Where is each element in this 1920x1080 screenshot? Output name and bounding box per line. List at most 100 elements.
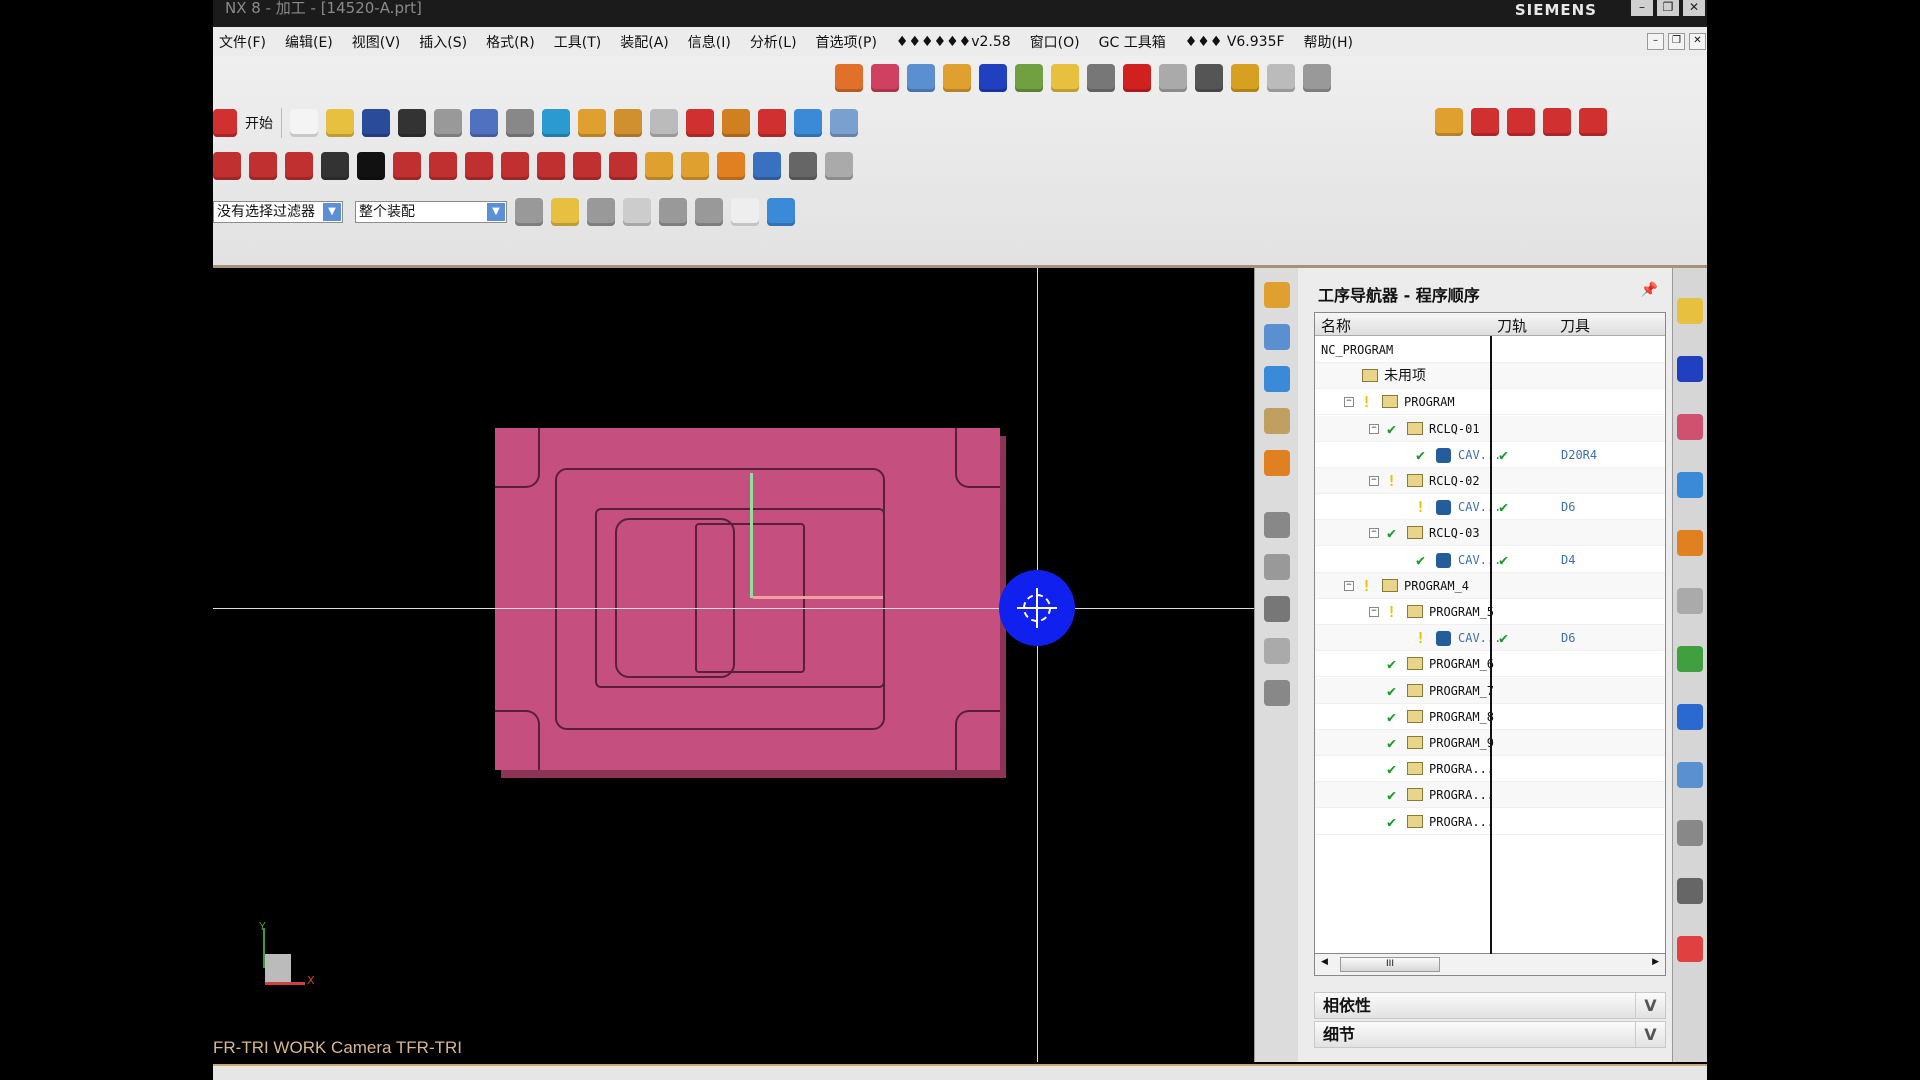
assembly-filter-icon[interactable] xyxy=(515,198,543,226)
nav-ops-icon[interactable] xyxy=(1264,450,1290,476)
nav-verify-icon[interactable] xyxy=(1264,554,1290,580)
undo-icon[interactable] xyxy=(398,109,426,137)
list-icon[interactable] xyxy=(1677,878,1703,904)
menu-item[interactable]: 插入(S) xyxy=(419,32,467,52)
dependencies-section[interactable]: 相依性 V xyxy=(1314,992,1666,1019)
red-cube-icon[interactable] xyxy=(1123,64,1151,92)
assembly-scope-dropdown[interactable]: 整个装配 ▼ xyxy=(355,201,507,223)
new-file-icon[interactable] xyxy=(290,109,318,137)
nav-geometry-icon[interactable] xyxy=(1264,366,1290,392)
menu-item[interactable]: 编辑(E) xyxy=(285,32,333,52)
bridge-curve-icon[interactable] xyxy=(609,152,637,180)
menu-item[interactable]: 工具(T) xyxy=(554,32,601,52)
geometry-view-icon[interactable] xyxy=(1677,414,1703,440)
save-icon[interactable] xyxy=(362,109,390,137)
section-curve-icon[interactable] xyxy=(537,152,565,180)
maximize-button[interactable]: ❐ xyxy=(1657,0,1679,16)
menu-item[interactable]: 文件(F) xyxy=(219,32,266,52)
menu-item[interactable]: 格式(R) xyxy=(486,32,535,52)
machine-tool-view-icon[interactable] xyxy=(1677,356,1703,382)
scroll-left-icon[interactable]: ◀ xyxy=(1321,957,1328,967)
program-order-view-icon[interactable] xyxy=(1677,298,1703,324)
start-button[interactable]: 开始 xyxy=(245,113,273,133)
nav-method-icon[interactable] xyxy=(1264,408,1290,434)
pattern-icon[interactable] xyxy=(717,152,745,180)
project-curve-icon[interactable] xyxy=(465,152,493,180)
glasses-icon[interactable] xyxy=(1195,64,1223,92)
select-face-icon[interactable] xyxy=(623,198,651,226)
column-name[interactable]: 名称 xyxy=(1321,315,1351,336)
line-icon[interactable] xyxy=(213,152,241,180)
bridge-icon[interactable] xyxy=(1579,108,1607,136)
details-section[interactable]: 细节 V xyxy=(1314,1021,1666,1048)
menu-item[interactable]: ♦♦♦♦♦♦v2.58 xyxy=(896,34,1011,50)
shaded-view-icon[interactable] xyxy=(794,109,822,137)
redo-icon[interactable] xyxy=(434,109,462,137)
nav-shopdoc-icon[interactable] xyxy=(1264,638,1290,664)
arc-icon[interactable] xyxy=(249,152,277,180)
menu-item[interactable]: 分析(L) xyxy=(750,32,797,52)
revolve-icon[interactable] xyxy=(681,152,709,180)
menu-item[interactable]: 首选项(P) xyxy=(816,32,877,52)
transform-icon[interactable] xyxy=(506,109,534,137)
refresh-icon[interactable] xyxy=(542,109,570,137)
horizontal-scrollbar[interactable]: ◀ III ▶ xyxy=(1314,954,1666,976)
close-button[interactable]: ✕ xyxy=(1683,0,1705,16)
move-icon[interactable] xyxy=(578,109,606,137)
wand-icon[interactable] xyxy=(1267,64,1295,92)
scrollbar-thumb[interactable]: III xyxy=(1340,957,1440,972)
column-toolpath[interactable]: 刀轨 xyxy=(1497,315,1527,336)
chevron-down-icon[interactable]: V xyxy=(1635,993,1665,1018)
text-icon[interactable] xyxy=(357,152,385,180)
collapse-toggle-icon[interactable]: − xyxy=(1344,397,1354,408)
fillet-icon[interactable] xyxy=(1543,108,1571,136)
open-icon[interactable] xyxy=(326,109,354,137)
gear-tool-icon[interactable] xyxy=(1303,64,1331,92)
trim-icon[interactable] xyxy=(1471,108,1499,136)
doc-close-button[interactable]: ✕ xyxy=(1689,33,1706,50)
pin-icon[interactable]: 📌 xyxy=(1641,282,1658,298)
create-tool-icon[interactable] xyxy=(871,64,899,92)
spline-icon[interactable] xyxy=(789,152,817,180)
panda-icon[interactable] xyxy=(1087,64,1115,92)
collapse-toggle-icon[interactable]: − xyxy=(1369,476,1379,486)
doc-minimize-button[interactable]: – xyxy=(1647,33,1664,50)
collapse-toggle-icon[interactable]: − xyxy=(1369,423,1379,434)
constraint-icon[interactable] xyxy=(695,198,723,226)
point-icon[interactable] xyxy=(659,198,687,226)
sheet-icon[interactable] xyxy=(825,152,853,180)
intersect-curve-icon[interactable] xyxy=(501,152,529,180)
book-icon[interactable] xyxy=(753,152,781,180)
post-process-icon[interactable] xyxy=(979,64,1007,92)
zoom-fit-icon[interactable] xyxy=(758,109,786,137)
wireframe-view-icon[interactable] xyxy=(830,109,858,137)
gray-block-icon[interactable] xyxy=(1159,64,1187,92)
edit-icon[interactable] xyxy=(470,109,498,137)
path-icon[interactable] xyxy=(1677,530,1703,556)
column-divider[interactable] xyxy=(1490,336,1492,954)
minimize-button[interactable]: – xyxy=(1631,0,1653,16)
curve-icon[interactable] xyxy=(285,152,313,180)
back-icon[interactable] xyxy=(587,198,615,226)
snap-point-icon[interactable] xyxy=(551,198,579,226)
chevron-down-icon[interactable]: V xyxy=(1635,1022,1665,1047)
measure-icon[interactable] xyxy=(614,109,642,137)
column-tool[interactable]: 刀具 xyxy=(1560,315,1590,336)
fit-icon[interactable] xyxy=(686,109,714,137)
clock-icon[interactable] xyxy=(1677,820,1703,846)
envelope-icon[interactable] xyxy=(1231,64,1259,92)
selection-filter-dropdown[interactable]: 没有选择过滤器 ▼ xyxy=(213,201,343,223)
doc-icon[interactable] xyxy=(1677,762,1703,788)
collapse-toggle-icon[interactable]: − xyxy=(1369,607,1379,617)
create-method-icon[interactable] xyxy=(943,64,971,92)
collapse-toggle-icon[interactable]: − xyxy=(1344,580,1354,591)
nav-tool-icon[interactable] xyxy=(1264,324,1290,350)
rectangle-icon[interactable] xyxy=(321,152,349,180)
split-icon[interactable] xyxy=(1507,108,1535,136)
nav-post-icon[interactable] xyxy=(1264,596,1290,622)
color-icon[interactable] xyxy=(1677,936,1703,962)
library-icon[interactable] xyxy=(1677,646,1703,672)
box-select-icon[interactable] xyxy=(731,198,759,226)
collapse-toggle-icon[interactable]: − xyxy=(1369,528,1379,539)
menu-item[interactable]: 帮助(H) xyxy=(1304,32,1353,52)
